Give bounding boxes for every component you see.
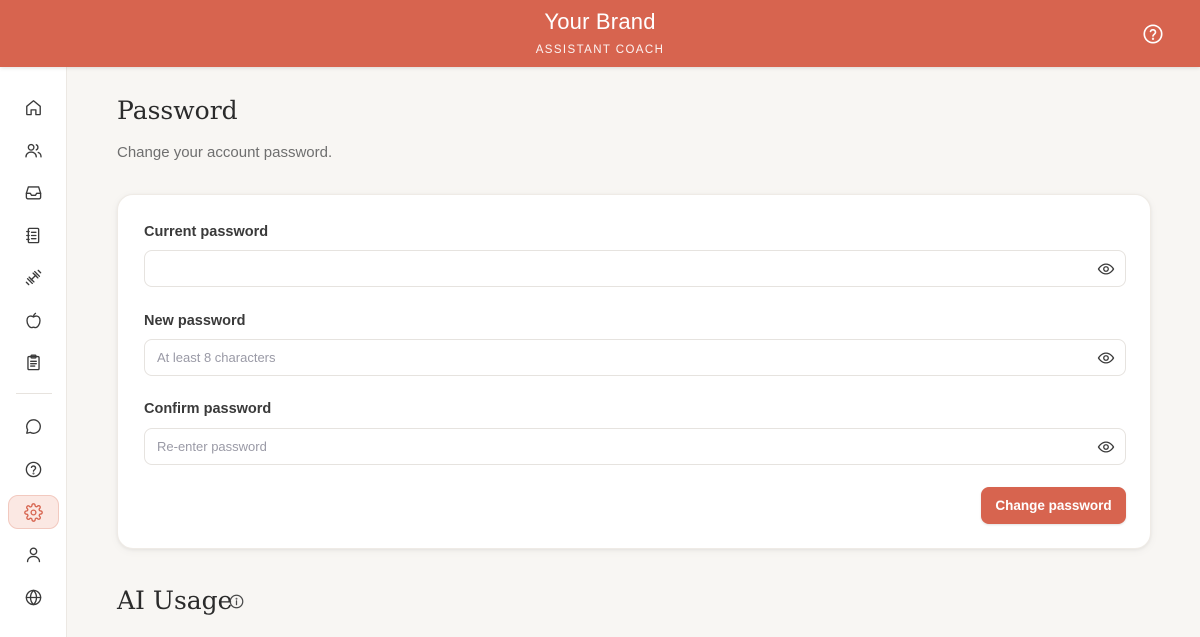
new-password-field: [144, 339, 1126, 376]
sidebar-divider: [16, 393, 52, 394]
nav-messages[interactable]: [8, 409, 59, 443]
globe-icon: [25, 589, 42, 605]
top-header: Your Brand ASSISTANT COACH: [0, 0, 1200, 67]
ai-usage-info-button[interactable]: [229, 594, 244, 609]
inbox-icon: [25, 185, 42, 200]
current-password-label: Current password: [144, 224, 269, 240]
eye-icon: [1097, 263, 1115, 275]
nav-home[interactable]: [8, 90, 59, 124]
eye-icon: [1097, 352, 1115, 364]
confirm-password-input[interactable]: [145, 429, 1085, 464]
nav-settings[interactable]: [8, 495, 59, 529]
toggle-current-password-visibility[interactable]: [1097, 260, 1115, 278]
password-form-card: Current password New password Confirm pa…: [117, 194, 1151, 549]
toggle-confirm-password-visibility[interactable]: [1097, 438, 1115, 456]
toggle-new-password-visibility[interactable]: [1097, 349, 1115, 367]
new-password-label: New password: [144, 313, 246, 329]
nav-workouts[interactable]: [8, 260, 59, 294]
nav-checkins[interactable]: [8, 345, 59, 379]
nav-profile[interactable]: [8, 537, 59, 571]
apple-icon: [26, 312, 41, 328]
current-password-field: [144, 250, 1126, 287]
confirm-password-label: Confirm password: [144, 401, 272, 417]
help-circle-icon: [25, 461, 42, 477]
help-circle-icon: [1143, 24, 1163, 44]
user-role: ASSISTANT COACH: [535, 44, 665, 56]
nav-help[interactable]: [8, 452, 59, 486]
dumbbell-icon: [25, 269, 42, 285]
info-icon: [229, 594, 244, 609]
home-icon: [26, 99, 41, 115]
change-password-button[interactable]: Change password: [981, 487, 1126, 524]
user-icon: [26, 546, 41, 562]
ai-usage-section-title: AI Usage: [117, 586, 233, 615]
nav-programs[interactable]: [8, 218, 59, 252]
clipboard-icon: [27, 354, 40, 370]
help-button[interactable]: [1142, 23, 1164, 45]
confirm-password-field: [144, 428, 1126, 465]
settings-content: Password Change your account password. C…: [67, 67, 1200, 637]
password-section-description: Change your account password.: [117, 144, 333, 161]
nav-nutrition[interactable]: [8, 303, 59, 337]
users-icon: [25, 143, 42, 158]
chat-bubble-icon: [26, 418, 41, 434]
nav-inbox[interactable]: [8, 175, 59, 209]
password-section-title: Password: [117, 96, 238, 125]
brand-name: Your Brand: [544, 9, 656, 34]
current-password-input[interactable]: [145, 251, 1085, 286]
sidebar-nav: [0, 67, 67, 637]
gear-icon: [24, 502, 43, 522]
new-password-input[interactable]: [145, 340, 1085, 375]
eye-icon: [1097, 441, 1115, 453]
notebook-icon: [26, 227, 40, 243]
nav-language[interactable]: [8, 580, 59, 614]
nav-clients[interactable]: [8, 133, 59, 167]
